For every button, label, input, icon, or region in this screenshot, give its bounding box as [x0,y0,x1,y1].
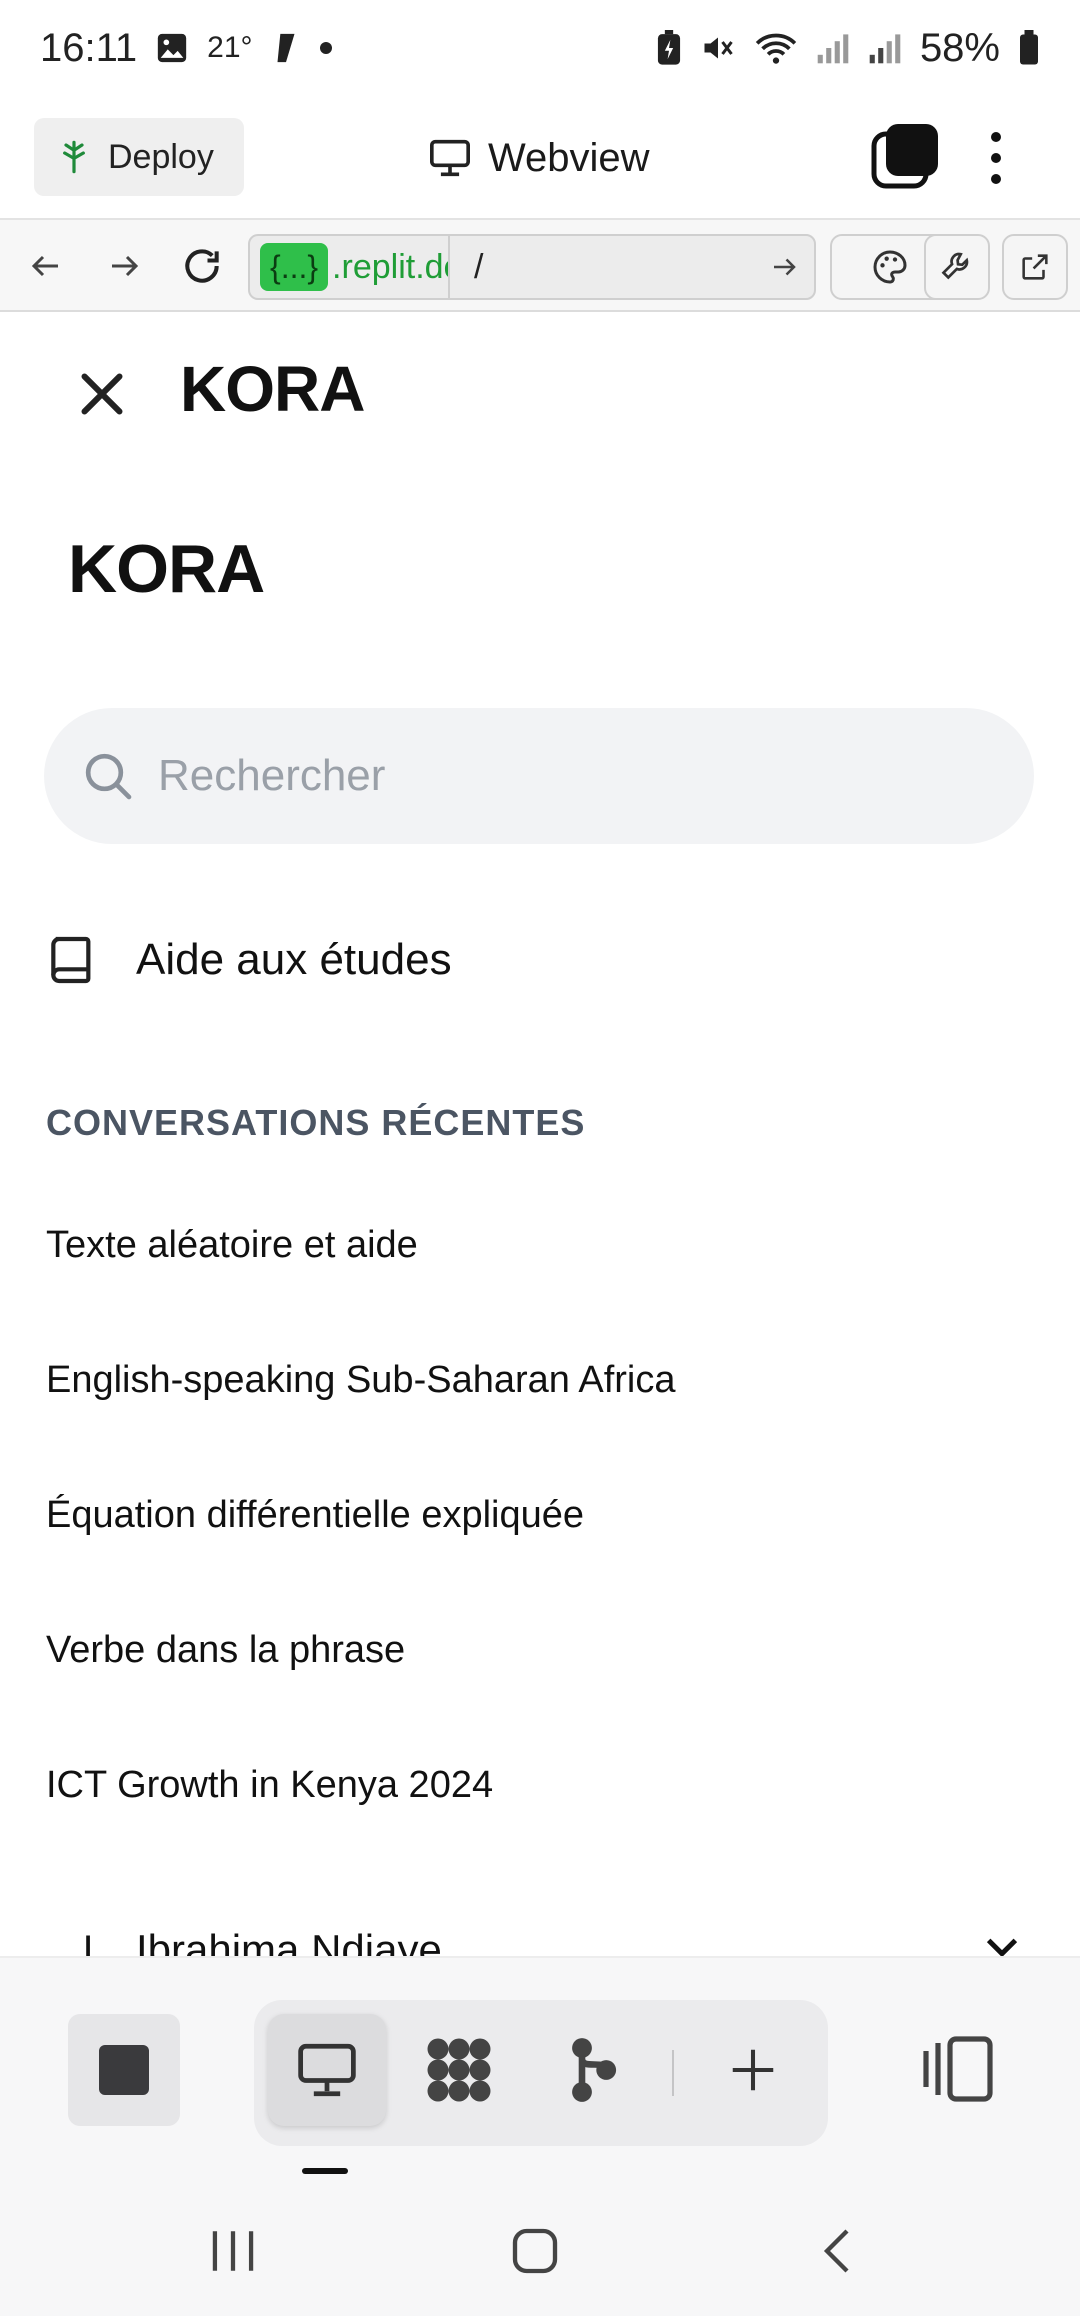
signal-icon-2 [869,34,901,64]
back-icon [823,2229,849,2273]
arrow-left-icon [31,255,58,277]
mute-icon [704,37,733,59]
gallery-icon [157,33,187,63]
monitor-icon [298,2043,356,2097]
user-name: Ibrahima Ndiaye [136,1926,442,1956]
go-button[interactable] [754,236,814,298]
conversation-title: Équation différentielle expliquée [46,1494,585,1536]
close-icon[interactable] [72,364,132,424]
more-options-icon[interactable] [978,120,1014,196]
tabs-icon[interactable] [870,122,940,192]
system-back-button[interactable] [802,2216,872,2286]
sidebar-title: KORA [68,531,265,607]
chevron-down-icon[interactable] [982,1932,1022,1956]
url-bar: {...} .replit.dev / [0,220,1080,312]
book-icon [51,936,91,984]
stop-icon [99,2045,149,2095]
study-help-link[interactable]: Aide aux études [44,932,452,988]
back-button[interactable] [16,236,76,296]
search-box[interactable] [44,708,1034,844]
conversation-item[interactable]: Texte aléatoire et aide [46,1196,1036,1331]
battery-percent: 58% [919,25,1000,70]
conversation-item[interactable]: ICT Growth in Kenya 2024 [46,1736,1036,1871]
conversation-title: Verbe dans la phrase [46,1629,406,1671]
panel-toggle-icon[interactable] [918,2034,998,2104]
recent-conversations-list: Texte aléatoire et aide English-speaking… [46,1196,1036,1871]
webview-tool-button[interactable] [268,2014,386,2126]
forward-button[interactable] [94,236,154,296]
conversation-item[interactable]: English-speaking Sub-Saharan Africa [46,1331,1036,1466]
webview-label: Webview [488,135,650,180]
grid-blob-icon [427,2038,491,2102]
search-icon [85,753,132,800]
app-sidebar: KORA KORA Aide aux études CONVERSATIONS … [0,312,1080,1956]
arrow-right-icon [774,258,796,276]
recents-button[interactable] [198,2216,268,2286]
battery-icon [1020,30,1038,65]
home-icon [512,2228,558,2274]
devtools-button[interactable] [924,234,990,300]
url-badge: {...} [260,243,329,291]
workflows-tool-button[interactable] [400,2014,518,2126]
status-bar: 16:11 21° 58% [0,0,1080,96]
conversation-title: English-speaking Sub-Saharan Africa [46,1359,676,1401]
dot-icon [319,42,332,54]
deploy-button[interactable]: Deploy [34,118,244,196]
recent-conversations-heading: CONVERSATIONS RÉCENTES [46,1102,586,1143]
search-input[interactable] [158,751,978,801]
stop-button[interactable] [68,2014,180,2126]
signal-icon-1 [817,34,849,64]
replit-bottom-bar [0,1956,1080,2176]
wrench-icon [941,252,969,280]
reload-button[interactable] [172,236,232,296]
tool-group [254,2000,828,2146]
wifi-icon [755,33,797,64]
battery-saver-icon [657,30,681,65]
status-time: 16:11 [40,25,138,70]
conversation-item[interactable]: Verbe dans la phrase [46,1601,1036,1736]
plus-icon [732,2049,774,2091]
home-button[interactable] [500,2216,570,2286]
active-tab-indicator [302,2168,348,2174]
palette-icon [873,250,907,284]
replit-top-bar: Deploy Webview [0,96,1080,220]
deploy-icon [63,140,85,174]
monitor-icon [430,139,470,177]
android-nav-bar [0,2176,1080,2316]
status-left: 16:11 21° [40,26,333,71]
status-temperature: 21° [207,31,253,64]
status-right: 58% [656,26,1040,71]
user-menu[interactable]: I Ibrahima Ndiaye [46,1910,1036,1956]
url-field[interactable]: {...} .replit.dev / [248,234,816,300]
app-notification-icon [277,33,295,63]
external-link-icon [1022,254,1048,280]
app-header-title: KORA [180,353,365,425]
tool-divider [672,2050,674,2096]
study-help-label: Aide aux études [136,935,452,984]
conversation-item[interactable]: Équation différentielle expliquée [46,1466,1036,1601]
branch-icon [572,2038,617,2102]
url-path[interactable]: / [448,236,754,298]
avatar: I [82,1927,94,1957]
url-host: .replit.dev [332,247,448,286]
reload-icon [185,249,219,283]
arrow-right-icon [112,255,139,277]
webview-tab[interactable]: Webview [428,96,650,220]
git-tool-button[interactable] [534,2014,652,2126]
deploy-label: Deploy [108,137,214,176]
open-external-button[interactable] [1002,234,1068,300]
add-tool-button[interactable] [694,2014,812,2126]
conversation-title: Texte aléatoire et aide [46,1224,418,1266]
conversation-title: ICT Growth in Kenya 2024 [46,1764,494,1806]
recents-icon [212,2231,254,2271]
